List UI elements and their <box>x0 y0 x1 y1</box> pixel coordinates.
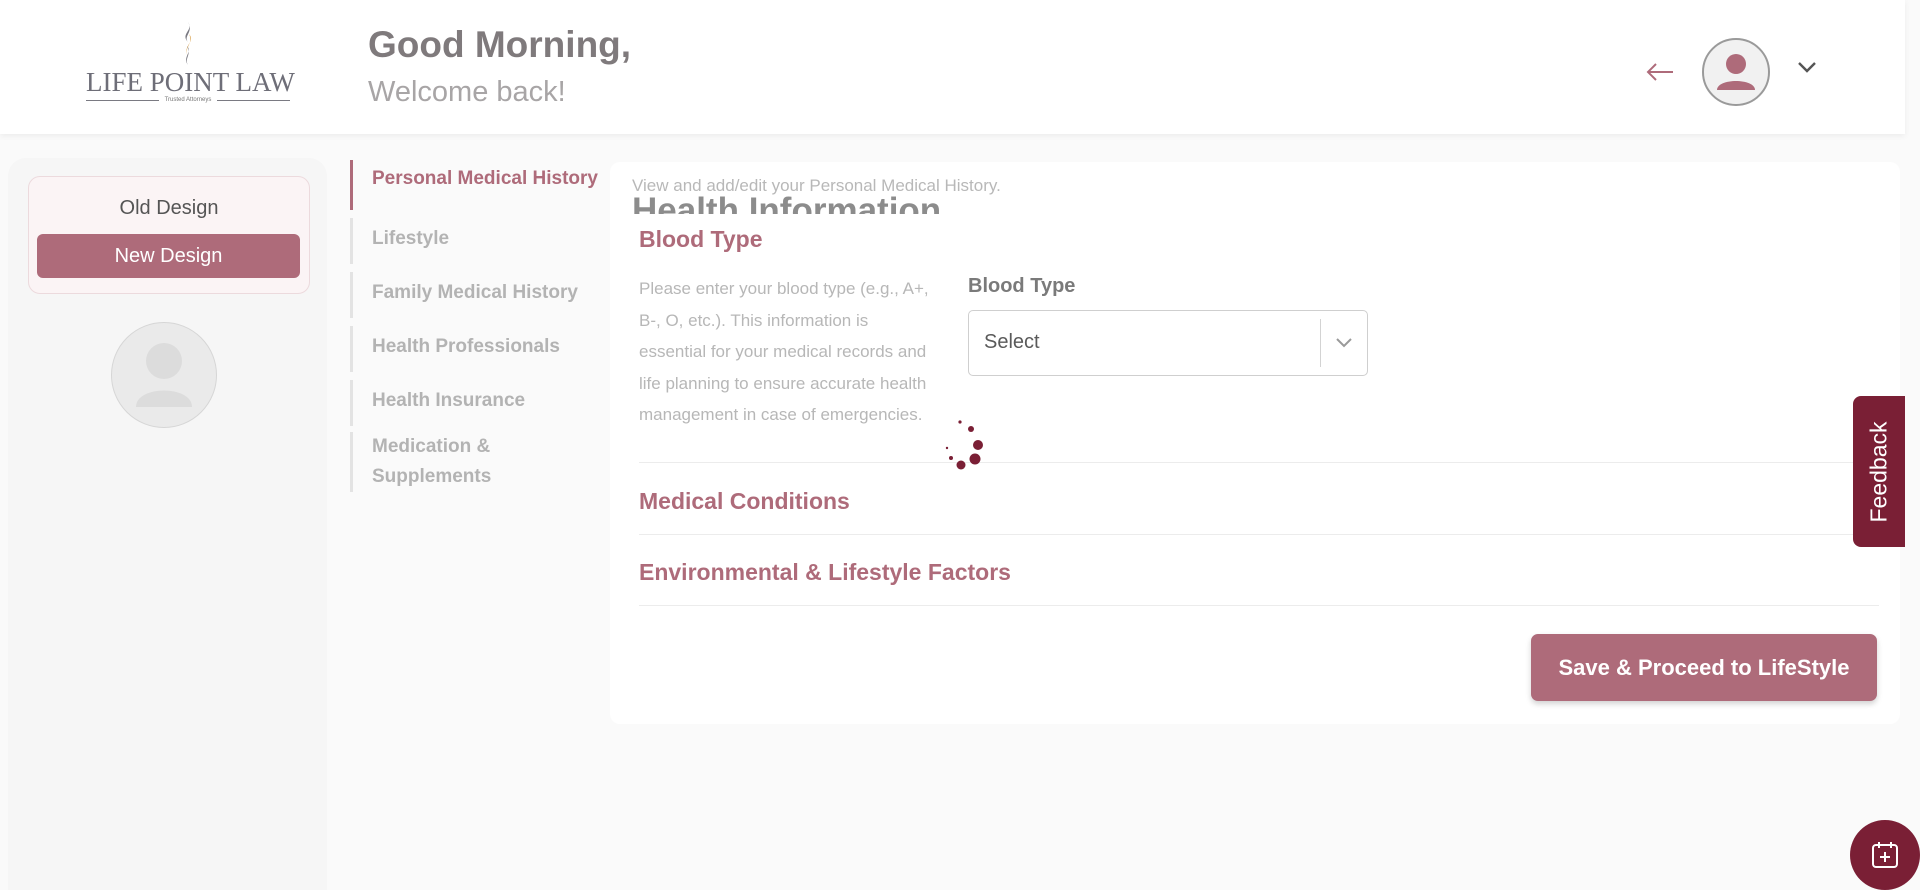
nav-item-personal-medical-history[interactable]: Personal Medical History <box>350 160 612 210</box>
logo[interactable]: LIFE POINT LAW Trusted Attorneys <box>86 20 295 110</box>
old-design-button[interactable]: Old Design <box>29 197 309 220</box>
nav-item-label: Medication & Supplements <box>372 436 492 487</box>
logo-tagline: Trusted Attorneys <box>164 97 212 103</box>
section-divider <box>639 605 1879 606</box>
spinner-icon <box>945 420 983 470</box>
save-proceed-button[interactable]: Save & Proceed to LifeStyle <box>1531 634 1877 701</box>
greeting-subtitle: Welcome back! <box>368 76 566 108</box>
nav-item-label: Health Insurance <box>372 390 526 411</box>
feedback-tab[interactable]: Feedback <box>1853 396 1905 547</box>
section-divider <box>639 462 1879 463</box>
nav-item-family-medical-history[interactable]: Family Medical History <box>350 272 612 318</box>
profile-avatar[interactable] <box>111 322 217 428</box>
design-switcher: Old Design New Design <box>28 176 310 294</box>
blood-type-label: Blood Type <box>968 275 1076 297</box>
calendar-plus-icon <box>1872 842 1898 868</box>
user-avatar[interactable] <box>1702 38 1770 106</box>
nav-item-label: Family Medical History <box>372 282 578 303</box>
chevron-down-icon <box>1336 338 1352 348</box>
left-panel: Old Design New Design <box>8 158 327 890</box>
chevron-down-icon[interactable] <box>1796 59 1818 75</box>
nav-item-medication-supplements[interactable]: Medication & Supplements <box>350 432 612 492</box>
logo-text: LIFE POINT LAW <box>86 67 295 97</box>
blood-type-select[interactable]: Select <box>968 310 1368 376</box>
select-value: Select <box>984 331 1040 353</box>
nav-item-label: Personal Medical History <box>372 168 598 189</box>
greeting-title: Good Morning, <box>368 24 632 65</box>
user-avatar-icon <box>1717 54 1755 90</box>
app-header: LIFE POINT LAW Trusted Attorneys Good Mo… <box>0 0 1905 134</box>
nav-item-label: Lifestyle <box>372 228 450 249</box>
user-placeholder-icon <box>136 343 192 407</box>
section-divider <box>639 534 1879 535</box>
new-design-button[interactable]: New Design <box>37 234 300 278</box>
arrow-left-icon[interactable] <box>1645 58 1675 86</box>
feedback-label: Feedback <box>1865 420 1892 523</box>
section-title-blood-type[interactable]: Blood Type <box>639 226 763 253</box>
blood-type-description: Please enter your blood type (e.g., A+, … <box>639 279 929 424</box>
calendar-fab[interactable] <box>1850 820 1920 890</box>
nav-item-label: Health Professionals <box>372 336 560 357</box>
nav-item-lifestyle[interactable]: Lifestyle <box>350 218 612 264</box>
nav-item-health-insurance[interactable]: Health Insurance <box>350 380 612 426</box>
section-title-environmental-lifestyle[interactable]: Environmental & Lifestyle Factors <box>639 559 1011 586</box>
page-subtitle: View and add/edit your Personal Medical … <box>632 176 1001 195</box>
logo-flame-icon <box>185 22 192 65</box>
section-title-medical-conditions[interactable]: Medical Conditions <box>639 488 850 515</box>
nav-item-health-professionals[interactable]: Health Professionals <box>350 326 612 372</box>
